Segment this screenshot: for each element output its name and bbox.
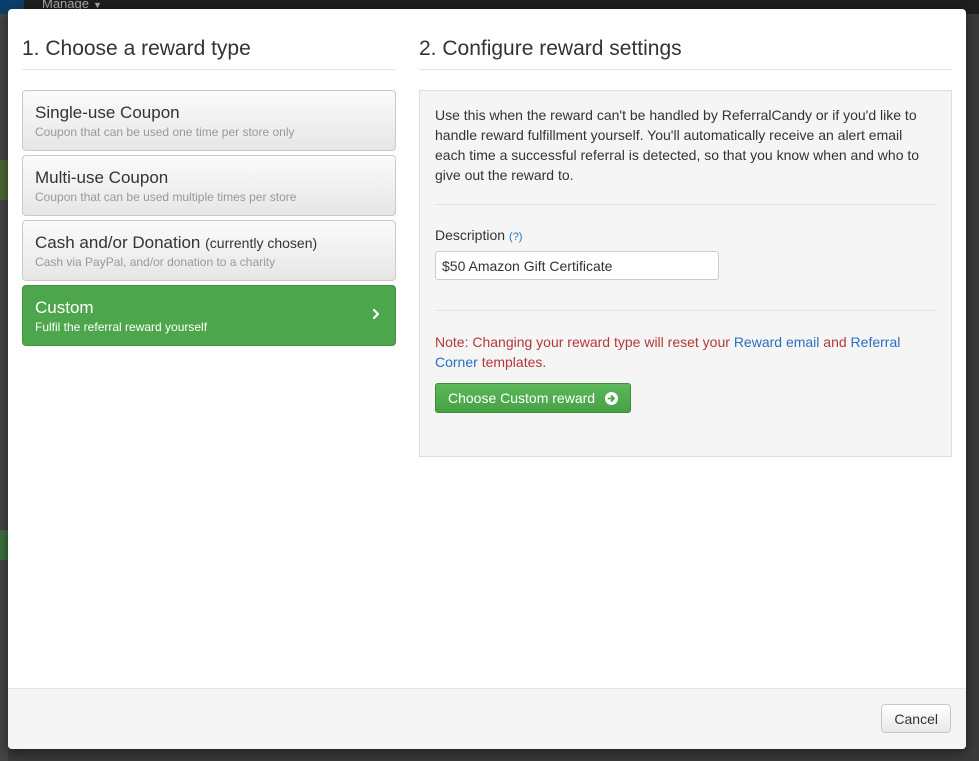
description-label-row: Description (?) bbox=[435, 227, 936, 243]
reward-option-name: Custom bbox=[35, 298, 94, 317]
reward-option-description: Coupon that can be used multiple times p… bbox=[35, 190, 297, 204]
reward-option-single-use[interactable]: Single-use Coupon Coupon that can be use… bbox=[22, 90, 396, 151]
choose-button-label: Choose Custom reward bbox=[448, 390, 596, 406]
configure-settings-column: 2. Configure reward settings Use this wh… bbox=[419, 9, 952, 457]
background-fragment bbox=[0, 530, 8, 560]
divider bbox=[435, 310, 936, 311]
configure-settings-title: 2. Configure reward settings bbox=[419, 9, 952, 70]
choose-reward-title: 1. Choose a reward type bbox=[22, 9, 396, 70]
reward-type-list: Single-use Coupon Coupon that can be use… bbox=[22, 90, 396, 346]
description-input[interactable] bbox=[435, 251, 719, 280]
reward-option-description: Fulfil the referral reward yourself bbox=[35, 320, 208, 334]
cancel-button[interactable]: Cancel bbox=[881, 704, 951, 733]
config-panel: Use this when the reward can't be handle… bbox=[419, 90, 952, 457]
background-fragment bbox=[0, 160, 8, 200]
custom-reward-intro: Use this when the reward can't be handle… bbox=[435, 107, 920, 183]
reward-option-multi-use[interactable]: Multi-use Coupon Coupon that can be used… bbox=[22, 155, 396, 216]
reward-type-column: 1. Choose a reward type Single-use Coupo… bbox=[22, 9, 396, 350]
divider bbox=[435, 204, 936, 205]
reward-option-name: Multi-use Coupon bbox=[35, 168, 169, 187]
background-side bbox=[0, 14, 8, 761]
currently-chosen-note: (currently chosen) bbox=[205, 235, 318, 251]
chevron-right-icon bbox=[372, 308, 380, 320]
help-link[interactable]: (?) bbox=[509, 231, 522, 243]
description-label: Description bbox=[435, 227, 506, 243]
reward-option-description: Coupon that can be used one time per sto… bbox=[35, 125, 295, 139]
reward-option-name: Single-use Coupon bbox=[35, 103, 180, 122]
modal-footer: Cancel bbox=[8, 688, 966, 749]
choose-custom-reward-button[interactable]: Choose Custom reward bbox=[435, 383, 632, 413]
reward-option-name: Cash and/or Donation bbox=[35, 233, 201, 252]
arrow-circle-right-icon bbox=[605, 391, 619, 405]
reset-warning-note: Note: Changing your reward type will res… bbox=[435, 334, 901, 370]
reward-option-description: Cash via PayPal, and/or donation to a ch… bbox=[35, 255, 276, 269]
reward-option-custom[interactable]: Custom Fulfil the referral reward yourse… bbox=[22, 285, 396, 346]
reward-email-link[interactable]: Reward email bbox=[734, 334, 820, 350]
reward-option-cash-donation[interactable]: Cash and/or Donation (currently chosen) … bbox=[22, 220, 396, 281]
reward-modal: 1. Choose a reward type Single-use Coupo… bbox=[8, 9, 966, 749]
